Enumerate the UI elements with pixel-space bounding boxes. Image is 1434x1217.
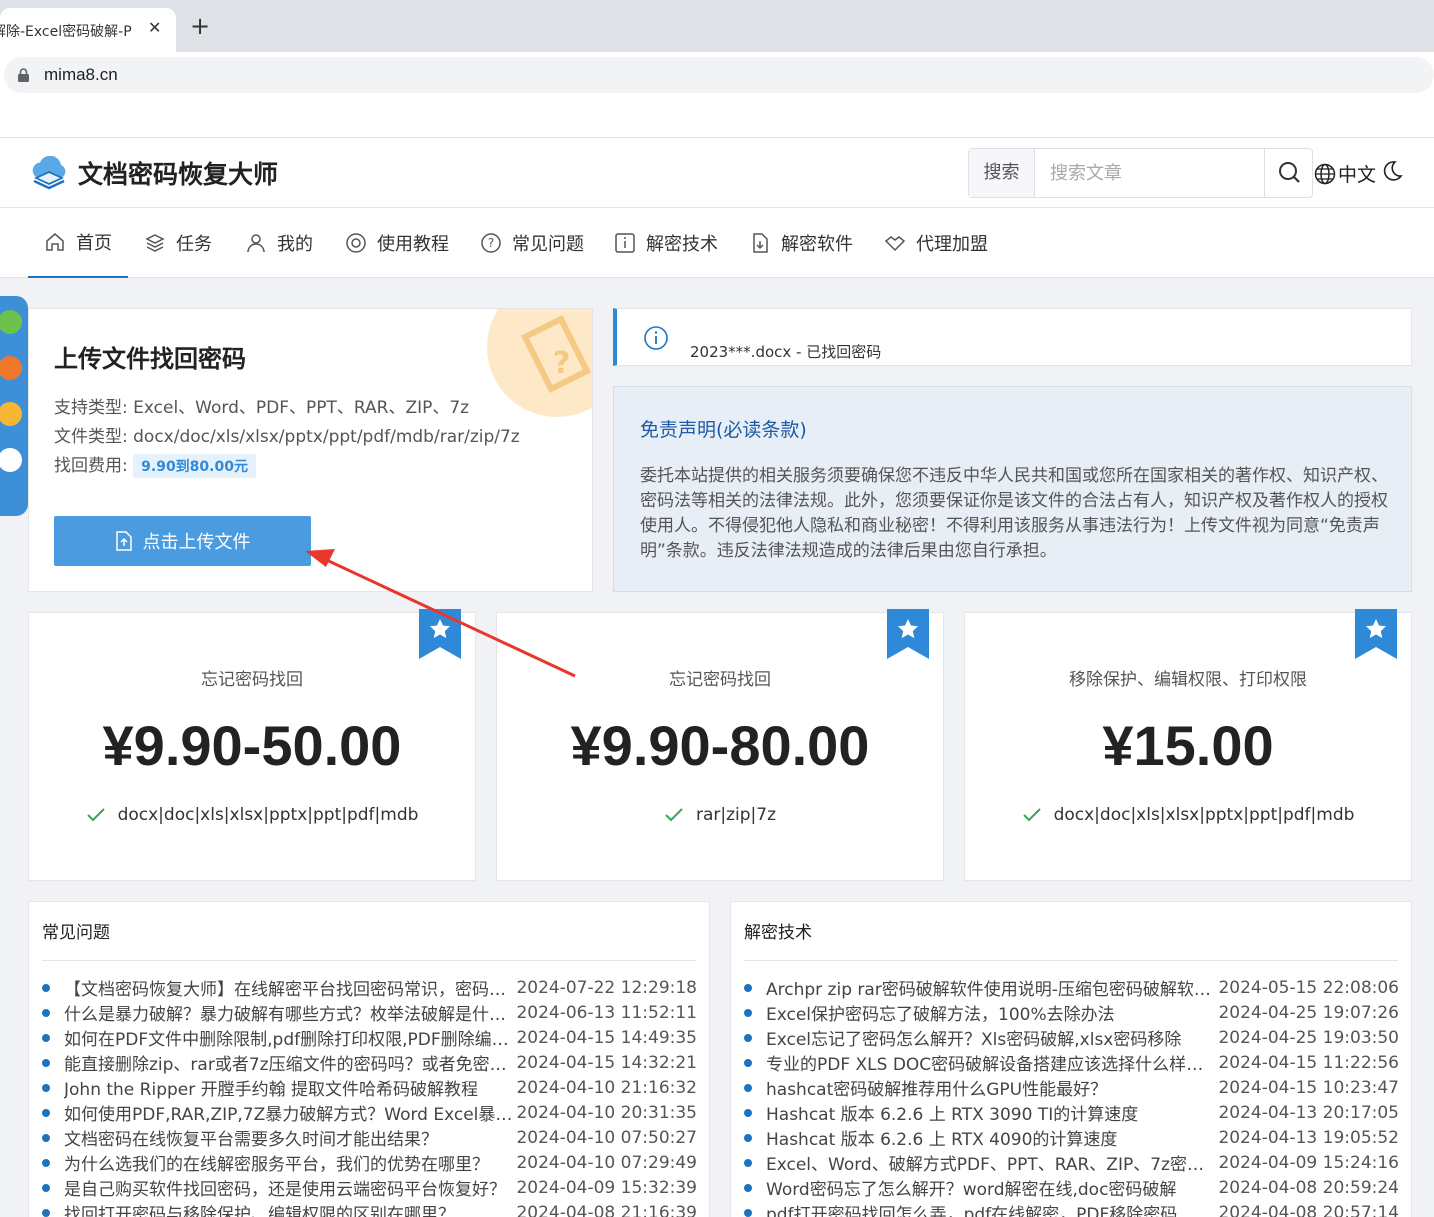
list-item-date: 2024-04-10 20:31:35 <box>516 1102 697 1123</box>
list-item-title[interactable]: John the Ripper 开膛手约翰 提取文件哈希码破解教程 <box>64 1075 512 1100</box>
list-item-date: 2024-04-09 15:32:39 <box>516 1177 697 1198</box>
list-item[interactable]: John the Ripper 开膛手约翰 提取文件哈希码破解教程 2024-04… <box>42 1075 697 1100</box>
list-item-date: 2024-07-22 12:29:18 <box>516 977 697 998</box>
list-item[interactable]: Word密码忘了怎么解开？word解密在线,doc密码破解 2024-04-08 … <box>744 1175 1399 1200</box>
bullet-icon <box>42 1133 50 1142</box>
list-item-date: 2024-06-13 11:52:11 <box>516 1002 697 1023</box>
list-item-title[interactable]: Hashcat 版本 6.2.6 上 RTX 4090的计算速度 <box>766 1125 1214 1150</box>
list-item-title[interactable]: 能直接删除zip、rar或者7z压缩文件的密码吗？或者免密码解压 <box>64 1050 512 1075</box>
list-item[interactable]: 如何在PDF文件中删除限制,pdf删除打印权限,PDF删除编辑权限 2024-04… <box>42 1025 697 1050</box>
bullet-icon <box>42 1108 50 1117</box>
bullet-icon <box>744 1158 752 1167</box>
list-item[interactable]: 找回打开密码与移除保护、编辑权限的区别在哪里？ 2024-04-08 21:16:… <box>42 1200 697 1217</box>
list-item[interactable]: Excel、Word、破解方式PDF、PPT、RAR、ZIP、7z密码破解方法大… <box>744 1150 1399 1175</box>
tech-list-card: 解密技术 Archpr zip rar密码破解软件使用说明-压缩包密码破解软件下… <box>730 901 1412 1217</box>
bullet-icon <box>744 1133 752 1142</box>
list-item-date: 2024-04-25 19:07:26 <box>1218 1002 1399 1023</box>
list-item[interactable]: 专业的PDF XLS DOC密码破解设备搭建应该选择什么样的显卡 2024-04-… <box>744 1050 1399 1075</box>
list-item-date: 2024-04-15 14:49:35 <box>516 1027 697 1048</box>
bullet-icon <box>744 1008 752 1017</box>
list-item-title[interactable]: 如何使用PDF,RAR,ZIP,7Z暴力破解方式？Word Excel暴力破解方… <box>64 1100 512 1125</box>
faq-title: 常见问题 <box>42 923 110 943</box>
list-item-title[interactable]: 如何在PDF文件中删除限制,pdf删除打印权限,PDF删除编辑权限 <box>64 1025 512 1050</box>
list-item-title[interactable]: pdf打开密码找回怎么弄，pdf在线解密，PDF移除密码 <box>766 1200 1214 1217</box>
list-item[interactable]: 能直接删除zip、rar或者7z压缩文件的密码吗？或者免密码解压 2024-04-… <box>42 1050 697 1075</box>
faq-list-card: 常见问题 【文档密码恢复大师】在线解密平台找回密码常识，密码破解时间与哪些因素有… <box>28 901 710 1217</box>
list-item[interactable]: hashcat密码破解推荐用什么GPU性能最好？ 2024-04-15 10:23… <box>744 1075 1399 1100</box>
list-item-date: 2024-04-13 20:17:05 <box>1218 1102 1399 1123</box>
bullet-icon <box>42 1158 50 1167</box>
list-item-date: 2024-04-10 21:16:32 <box>516 1077 697 1098</box>
list-item-title[interactable]: 【文档密码恢复大师】在线解密平台找回密码常识，密码破解时间与哪些因素有关 <box>64 975 512 1000</box>
list-item[interactable]: 为什么选我们的在线解密服务平台，我们的优势在哪里？ 2024-04-10 07:2… <box>42 1150 697 1175</box>
list-item-date: 2024-04-08 21:16:39 <box>516 1202 697 1217</box>
list-item[interactable]: 是自己购买软件找回密码，还是使用云端密码平台恢复好？ 2024-04-09 15:… <box>42 1175 697 1200</box>
list-item-date: 2024-04-09 15:24:16 <box>1218 1152 1399 1173</box>
list-item-title[interactable]: 找回打开密码与移除保护、编辑权限的区别在哪里？ <box>64 1200 512 1217</box>
list-item-date: 2024-04-15 10:23:47 <box>1218 1077 1399 1098</box>
list-item-date: 2024-04-15 11:22:56 <box>1218 1052 1399 1073</box>
list-item[interactable]: Archpr zip rar密码破解软件使用说明-压缩包密码破解软件下载 2024… <box>744 975 1399 1000</box>
bullet-icon <box>744 1083 752 1092</box>
list-item-date: 2024-04-25 19:03:50 <box>1218 1027 1399 1048</box>
bullet-icon <box>42 983 50 992</box>
bullet-icon <box>42 1033 50 1042</box>
list-item-title[interactable]: Hashcat 版本 6.2.6 上 RTX 3090 TI的计算速度 <box>766 1100 1214 1125</box>
divider <box>744 960 1398 961</box>
bullet-icon <box>42 1208 50 1217</box>
list-item[interactable]: Excel保护密码忘了破解方法，100%去除办法 2024-04-25 19:07… <box>744 1000 1399 1025</box>
bullet-icon <box>744 983 752 992</box>
list-item-date: 2024-04-10 07:50:27 <box>516 1127 697 1148</box>
list-item-title[interactable]: Excel、Word、破解方式PDF、PPT、RAR、ZIP、7z密码破解方法大… <box>766 1150 1214 1175</box>
list-item[interactable]: pdf打开密码找回怎么弄，pdf在线解密，PDF移除密码 2024-04-08 2… <box>744 1200 1399 1217</box>
bullet-icon <box>744 1183 752 1192</box>
list-item[interactable]: Hashcat 版本 6.2.6 上 RTX 3090 TI的计算速度 2024-… <box>744 1100 1399 1125</box>
bullet-icon <box>744 1058 752 1067</box>
list-item-title[interactable]: 是自己购买软件找回密码，还是使用云端密码平台恢复好？ <box>64 1175 512 1200</box>
bullet-icon <box>42 1083 50 1092</box>
list-item[interactable]: 如何使用PDF,RAR,ZIP,7Z暴力破解方式？Word Excel暴力破解方… <box>42 1100 697 1125</box>
list-item[interactable]: Hashcat 版本 6.2.6 上 RTX 4090的计算速度 2024-04-… <box>744 1125 1399 1150</box>
list-item-title[interactable]: 什么是暴力破解？暴力破解有哪些方式？枚举法破解是什么意思 <box>64 1000 512 1025</box>
list-item-title[interactable]: Word密码忘了怎么解开？word解密在线,doc密码破解 <box>766 1175 1214 1200</box>
list-item[interactable]: 文档密码在线恢复平台需要多久时间才能出结果？ 2024-04-10 07:50:2… <box>42 1125 697 1150</box>
bullet-icon <box>744 1108 752 1117</box>
list-item-title[interactable]: Excel忘记了密码怎么解开？Xls密码破解,xlsx密码移除 <box>766 1025 1214 1050</box>
list-item-date: 2024-04-08 20:59:24 <box>1218 1177 1399 1198</box>
list-item-date: 2024-04-15 14:32:21 <box>516 1052 697 1073</box>
list-item-title[interactable]: 为什么选我们的在线解密服务平台，我们的优势在哪里？ <box>64 1150 512 1175</box>
divider <box>42 960 696 961</box>
list-item-date: 2024-04-08 20:57:14 <box>1218 1202 1399 1217</box>
list-item-title[interactable]: Archpr zip rar密码破解软件使用说明-压缩包密码破解软件下载 <box>766 975 1214 1000</box>
list-item[interactable]: Excel忘记了密码怎么解开？Xls密码破解,xlsx密码移除 2024-04-2… <box>744 1025 1399 1050</box>
list-item-date: 2024-04-13 19:05:52 <box>1218 1127 1399 1148</box>
bullet-icon <box>42 1058 50 1067</box>
bullet-icon <box>42 1183 50 1192</box>
tech-title: 解密技术 <box>744 923 812 943</box>
bullet-icon <box>744 1033 752 1042</box>
list-item-date: 2024-04-10 07:29:49 <box>516 1152 697 1173</box>
list-item-title[interactable]: hashcat密码破解推荐用什么GPU性能最好？ <box>766 1075 1214 1100</box>
list-item-title[interactable]: Excel保护密码忘了破解方法，100%去除办法 <box>766 1000 1214 1025</box>
list-item-date: 2024-05-15 22:08:06 <box>1218 977 1399 998</box>
list-item[interactable]: 【文档密码恢复大师】在线解密平台找回密码常识，密码破解时间与哪些因素有关2024… <box>42 975 697 1000</box>
list-item-title[interactable]: 专业的PDF XLS DOC密码破解设备搭建应该选择什么样的显卡 <box>766 1050 1214 1075</box>
list-item-title[interactable]: 文档密码在线恢复平台需要多久时间才能出结果？ <box>64 1125 512 1150</box>
bullet-icon <box>744 1208 752 1217</box>
list-item[interactable]: 什么是暴力破解？暴力破解有哪些方式？枚举法破解是什么意思 2024-06-13 1… <box>42 1000 697 1025</box>
bullet-icon <box>42 1008 50 1017</box>
